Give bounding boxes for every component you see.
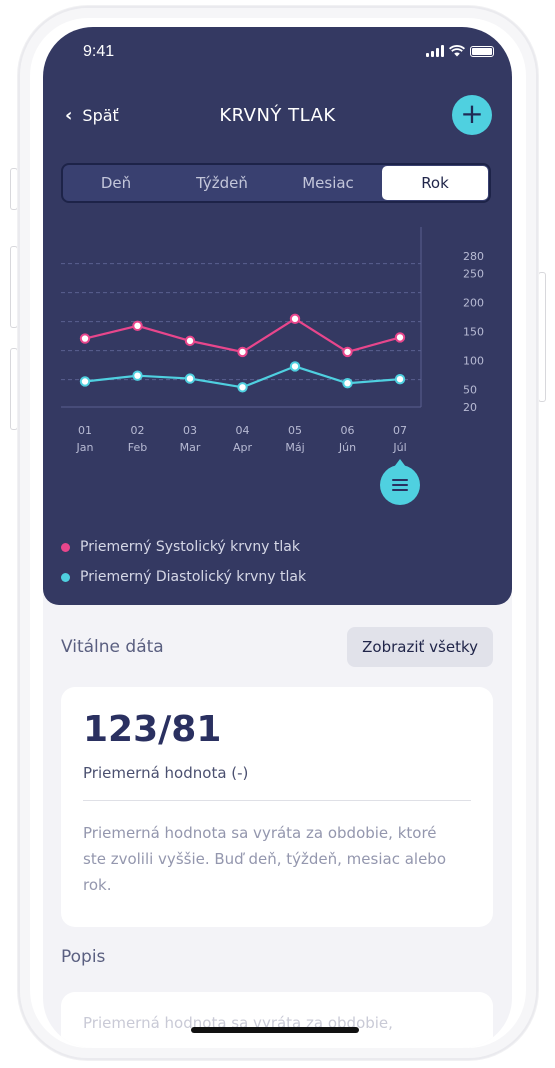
screen: 9:41 ‹ Späť KRVNÝ TLAK + Deň Týždeň Mesi… <box>43 27 512 1048</box>
data-point <box>79 376 91 387</box>
home-indicator[interactable] <box>191 1027 359 1033</box>
legend-label-diastolic: Priemerný Diastolický krvny tlak <box>80 569 307 585</box>
status-time: 9:41 <box>83 43 115 60</box>
data-point <box>394 332 406 343</box>
data-point <box>132 320 143 332</box>
average-description: Priemerná hodnota sa vyráta za obdobie, … <box>83 824 446 894</box>
y-tick-label: 20 <box>463 401 477 414</box>
tab-tyzden[interactable]: Týždeň <box>169 165 275 201</box>
y-tick-label: 100 <box>463 355 484 368</box>
signal-icon <box>426 45 444 57</box>
tab-rok[interactable]: Rok <box>382 166 488 200</box>
average-label: Priemerná hodnota (-) <box>83 764 249 782</box>
x-tick-month: Júl <box>392 441 406 454</box>
phone-volume-up <box>10 246 18 328</box>
data-point <box>132 370 143 381</box>
x-tick-month: Apr <box>233 441 253 454</box>
vital-section-header: Vitálne dáta Zobraziť všetky <box>61 627 493 667</box>
legend-item-diastolic: Priemerný Diastolický krvny tlak <box>61 562 306 592</box>
wifi-icon <box>449 45 465 57</box>
x-tick-month: Feb <box>128 441 147 454</box>
legend-dot-systolic <box>61 542 70 552</box>
data-point <box>289 361 301 372</box>
x-tick-day: 02 <box>131 424 145 437</box>
data-point <box>237 382 248 393</box>
data-point <box>289 313 301 325</box>
x-tick-day: 06 <box>341 424 355 437</box>
chart-legend: Priemerný Systolický krvny tlak Priemern… <box>61 532 306 592</box>
x-tick-day: 01 <box>78 424 92 437</box>
popis-title: Popis <box>61 947 106 967</box>
x-tick-day: 07 <box>393 424 407 437</box>
data-point <box>184 373 196 384</box>
data-point <box>184 335 196 347</box>
data-point <box>342 378 353 389</box>
data-point <box>394 373 406 385</box>
divider <box>83 800 471 801</box>
x-tick-month: Mar <box>180 441 201 454</box>
tab-den[interactable]: Deň <box>63 165 169 201</box>
x-tick-day: 04 <box>236 424 250 437</box>
battery-icon <box>470 46 494 57</box>
period-tabs: Deň Týždeň Mesiac Rok <box>61 163 491 203</box>
legend-label-systolic: Priemerný Systolický krvny tlak <box>80 539 300 555</box>
tab-mesiac[interactable]: Mesiac <box>275 165 381 201</box>
data-point <box>79 333 91 344</box>
phone-side-button <box>10 168 18 210</box>
header-panel: 9:41 ‹ Späť KRVNÝ TLAK + Deň Týždeň Mesi… <box>43 27 512 605</box>
x-tick-month: Jún <box>338 441 356 454</box>
data-point <box>237 346 248 358</box>
phone-volume-down <box>10 348 18 430</box>
average-card: 123/81 Priemerná hodnota (-) Priemerná h… <box>61 687 493 927</box>
x-tick-day: 05 <box>288 424 302 437</box>
legend-item-systolic: Priemerný Systolický krvny tlak <box>61 532 306 562</box>
y-tick-label: 280 <box>463 250 484 263</box>
legend-dot-diastolic <box>61 572 70 582</box>
x-tick-month: Máj <box>285 441 304 454</box>
data-point <box>342 346 353 358</box>
x-tick-day: 03 <box>183 424 197 437</box>
y-tick-label: 150 <box>463 326 484 339</box>
plus-icon: + <box>460 97 484 130</box>
y-tick-label: 200 <box>463 297 484 310</box>
popis-card: Priemerná hodnota sa vyráta za obdobie, <box>61 992 493 1048</box>
add-button[interactable]: + <box>452 95 492 135</box>
phone-power-button <box>538 272 546 402</box>
show-all-button[interactable]: Zobraziť všetky <box>347 627 493 667</box>
status-icons <box>426 45 494 57</box>
y-tick-label: 50 <box>463 384 477 397</box>
average-value: 123/81 <box>83 709 222 750</box>
page-title: KRVNÝ TLAK <box>219 105 336 126</box>
x-tick-month: Jan <box>76 441 94 454</box>
vital-title: Vitálne dáta <box>61 637 164 657</box>
y-tick-label: 250 <box>463 268 484 281</box>
blood-pressure-chart: 280 250 200 150 100 50 20 01 Jan 02 Feb 03 Mar 04 Apr 0… <box>61 227 484 505</box>
